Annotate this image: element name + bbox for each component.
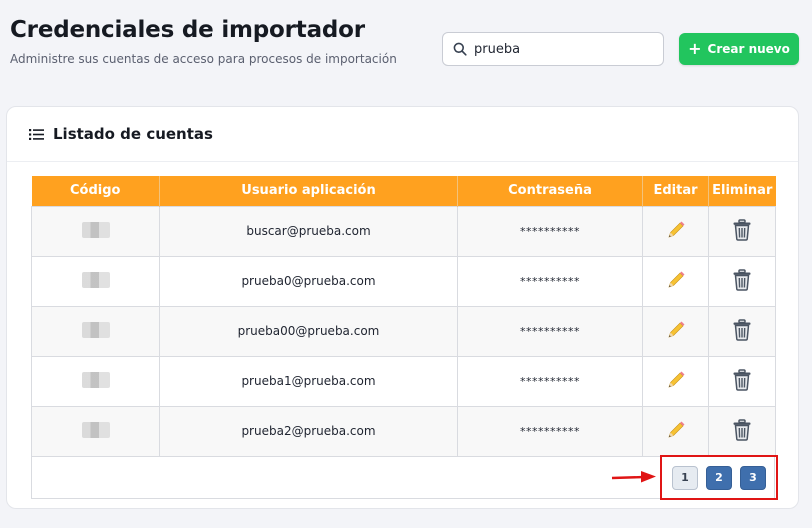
redacted-code xyxy=(81,271,110,288)
user-cell: buscar@prueba.com xyxy=(159,205,458,256)
edit-cell xyxy=(642,405,709,456)
edit-button[interactable] xyxy=(666,320,686,340)
code-cell xyxy=(31,205,160,256)
column-header-delete: Eliminar xyxy=(708,176,776,206)
redacted-code xyxy=(81,221,110,238)
delete-cell xyxy=(708,255,776,306)
pencil-icon xyxy=(668,321,684,337)
edit-button[interactable] xyxy=(666,220,686,240)
list-icon xyxy=(29,128,44,140)
accounts-card: Listado de cuentas Código Usuario aplica… xyxy=(6,106,799,509)
pencil-icon xyxy=(668,371,684,387)
delete-cell xyxy=(708,405,776,456)
delete-button[interactable] xyxy=(732,368,752,391)
trash-icon xyxy=(733,318,751,341)
column-header-edit: Editar xyxy=(642,176,709,206)
user-cell: prueba00@prueba.com xyxy=(159,305,458,356)
delete-cell xyxy=(708,355,776,406)
delete-cell xyxy=(708,305,776,356)
code-cell xyxy=(31,355,160,406)
code-cell xyxy=(31,255,160,306)
redacted-code xyxy=(81,421,110,438)
delete-button[interactable] xyxy=(732,318,752,341)
page: Credenciales de importador Administre su… xyxy=(0,0,812,528)
pencil-icon xyxy=(668,421,684,438)
search-input[interactable] xyxy=(474,41,654,57)
edit-button[interactable] xyxy=(666,420,686,440)
pagination-highlight: 1 2 3 xyxy=(660,455,778,500)
plus-icon: + xyxy=(688,39,702,58)
pagination-row: 1 2 3 xyxy=(31,455,778,500)
trash-icon xyxy=(733,268,751,291)
table-row: buscar@prueba.com ********** xyxy=(31,205,776,256)
table-row: prueba0@prueba.com ********** xyxy=(31,255,776,306)
card-title: Listado de cuentas xyxy=(53,125,213,143)
code-cell xyxy=(31,405,160,456)
arrow-right-icon xyxy=(611,471,656,483)
table-header-row: Código Usuario aplicación Contraseña Edi… xyxy=(31,176,776,206)
trash-icon xyxy=(733,218,751,241)
pencil-icon xyxy=(668,271,684,287)
column-header-code[interactable]: Código xyxy=(31,176,160,206)
edit-cell xyxy=(642,205,709,256)
delete-button[interactable] xyxy=(732,268,752,291)
table-row: prueba2@prueba.com ********** xyxy=(31,405,776,456)
edit-cell xyxy=(642,305,709,356)
edit-cell xyxy=(642,255,709,306)
user-cell: prueba0@prueba.com xyxy=(159,255,458,306)
redacted-code xyxy=(81,321,110,338)
card-header: Listado de cuentas xyxy=(7,107,798,162)
password-cell: ********** xyxy=(457,255,643,306)
page-button-1[interactable]: 1 xyxy=(672,465,698,490)
page-button-3[interactable]: 3 xyxy=(740,465,766,490)
trash-icon xyxy=(733,368,751,391)
code-cell xyxy=(31,305,160,356)
pencil-icon xyxy=(668,221,684,237)
table-row: prueba1@prueba.com ********** xyxy=(31,355,776,406)
page-title: Credenciales de importador xyxy=(10,17,365,43)
create-new-button[interactable]: + Crear nuevo xyxy=(679,33,799,65)
edit-cell xyxy=(642,355,709,406)
delete-button[interactable] xyxy=(732,218,752,241)
password-cell: ********** xyxy=(457,405,643,456)
search-box[interactable] xyxy=(442,32,664,66)
delete-cell xyxy=(708,205,776,256)
password-cell: ********** xyxy=(457,205,643,256)
edit-button[interactable] xyxy=(666,370,686,390)
password-cell: ********** xyxy=(457,305,643,356)
search-icon xyxy=(453,42,467,56)
accounts-table-wrapper: Código Usuario aplicación Contraseña Edi… xyxy=(31,176,778,500)
table-row: prueba00@prueba.com ********** xyxy=(31,305,776,356)
column-header-user[interactable]: Usuario aplicación xyxy=(159,176,458,206)
redacted-code xyxy=(81,371,110,388)
user-cell: prueba2@prueba.com xyxy=(159,405,458,456)
edit-button[interactable] xyxy=(666,270,686,290)
delete-button[interactable] xyxy=(732,419,752,441)
page-button-2[interactable]: 2 xyxy=(706,465,732,490)
page-subtitle: Administre sus cuentas de acceso para pr… xyxy=(10,52,397,66)
password-cell: ********** xyxy=(457,355,643,406)
accounts-table: Código Usuario aplicación Contraseña Edi… xyxy=(31,176,776,456)
user-cell: prueba1@prueba.com xyxy=(159,355,458,406)
create-new-label: Crear nuevo xyxy=(707,42,790,56)
column-header-password[interactable]: Contraseña xyxy=(457,176,643,206)
trash-icon xyxy=(733,419,751,441)
